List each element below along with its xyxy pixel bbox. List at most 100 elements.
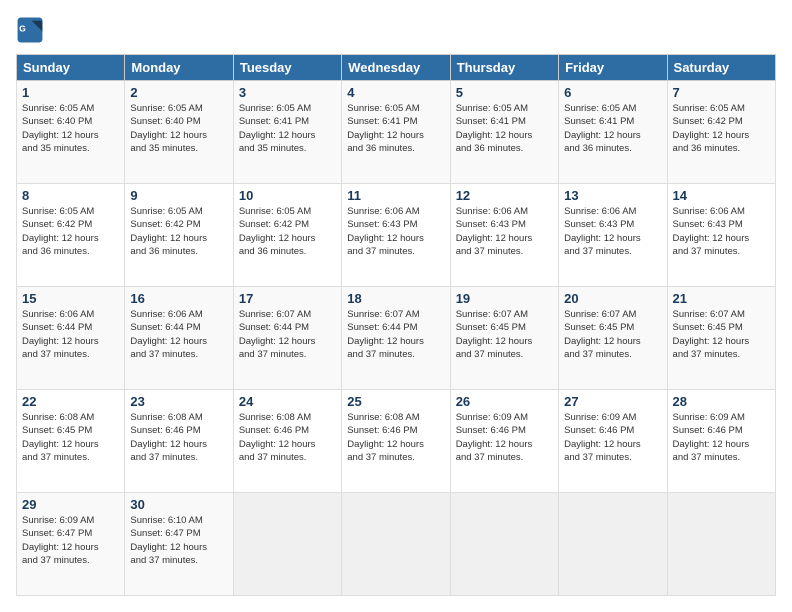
calendar-cell: 9 Sunrise: 6:05 AM Sunset: 6:42 PM Daylig… <box>125 184 233 287</box>
day-info: Sunrise: 6:05 AM Sunset: 6:42 PM Dayligh… <box>22 205 119 258</box>
day-info: Sunrise: 6:07 AM Sunset: 6:45 PM Dayligh… <box>456 308 553 361</box>
day-number: 17 <box>239 291 336 306</box>
calendar-cell: 14Sunrise: 6:06 AM Sunset: 6:43 PM Dayli… <box>667 184 775 287</box>
calendar-cell: 27 Sunrise: 6:09 AM Sunset: 6:46 PM Dayli… <box>559 390 667 493</box>
day-info: Sunrise: 6:05 AM Sunset: 6:41 PM Dayligh… <box>239 102 336 155</box>
calendar-week-row: 15Sunrise: 6:06 AM Sunset: 6:44 PM Dayli… <box>17 287 776 390</box>
calendar-cell: 8 Sunrise: 6:05 AM Sunset: 6:42 PM Daylig… <box>17 184 125 287</box>
day-number: 8 <box>22 188 119 203</box>
calendar-cell: 25Sunrise: 6:08 AM Sunset: 6:46 PM Dayli… <box>342 390 450 493</box>
day-info: Sunrise: 6:07 AM Sunset: 6:45 PM Dayligh… <box>673 308 770 361</box>
calendar-cell: 20 Sunrise: 6:07 AM Sunset: 6:45 PM Dayli… <box>559 287 667 390</box>
calendar-cell: 13 Sunrise: 6:06 AM Sunset: 6:43 PM Dayli… <box>559 184 667 287</box>
day-info: Sunrise: 6:05 AM Sunset: 6:41 PM Dayligh… <box>347 102 444 155</box>
calendar-cell: 3 Sunrise: 6:05 AM Sunset: 6:41 PM Daylig… <box>233 81 341 184</box>
calendar-header-friday: Friday <box>559 55 667 81</box>
calendar-cell: 26Sunrise: 6:09 AM Sunset: 6:46 PM Dayli… <box>450 390 558 493</box>
day-info: Sunrise: 6:05 AM Sunset: 6:42 PM Dayligh… <box>673 102 770 155</box>
calendar-cell: 23 Sunrise: 6:08 AM Sunset: 6:46 PM Dayli… <box>125 390 233 493</box>
day-number: 29 <box>22 497 119 512</box>
day-info: Sunrise: 6:08 AM Sunset: 6:46 PM Dayligh… <box>130 411 227 464</box>
calendar-header-sunday: Sunday <box>17 55 125 81</box>
calendar-cell: 5 Sunrise: 6:05 AM Sunset: 6:41 PM Daylig… <box>450 81 558 184</box>
day-number: 9 <box>130 188 227 203</box>
day-number: 1 <box>22 85 119 100</box>
day-number: 12 <box>456 188 553 203</box>
day-info: Sunrise: 6:05 AM Sunset: 6:41 PM Dayligh… <box>564 102 661 155</box>
header: G <box>16 16 776 44</box>
calendar-header-tuesday: Tuesday <box>233 55 341 81</box>
calendar-cell: 10 Sunrise: 6:05 AM Sunset: 6:42 PM Dayli… <box>233 184 341 287</box>
day-info: Sunrise: 6:09 AM Sunset: 6:47 PM Dayligh… <box>22 514 119 567</box>
day-number: 28 <box>673 394 770 409</box>
day-info: Sunrise: 6:08 AM Sunset: 6:46 PM Dayligh… <box>239 411 336 464</box>
calendar-cell: 7 Sunrise: 6:05 AM Sunset: 6:42 PM Daylig… <box>667 81 775 184</box>
day-number: 2 <box>130 85 227 100</box>
day-number: 16 <box>130 291 227 306</box>
day-number: 20 <box>564 291 661 306</box>
page: G SundayMondayTuesdayWednesdayThursdayFr… <box>0 0 792 612</box>
day-info: Sunrise: 6:09 AM Sunset: 6:46 PM Dayligh… <box>564 411 661 464</box>
calendar-cell: 6 Sunrise: 6:05 AM Sunset: 6:41 PM Daylig… <box>559 81 667 184</box>
calendar-week-row: 8 Sunrise: 6:05 AM Sunset: 6:42 PM Daylig… <box>17 184 776 287</box>
day-info: Sunrise: 6:06 AM Sunset: 6:44 PM Dayligh… <box>22 308 119 361</box>
calendar-cell <box>667 493 775 596</box>
calendar-cell: 16 Sunrise: 6:06 AM Sunset: 6:44 PM Dayli… <box>125 287 233 390</box>
day-number: 21 <box>673 291 770 306</box>
day-number: 3 <box>239 85 336 100</box>
day-info: Sunrise: 6:09 AM Sunset: 6:46 PM Dayligh… <box>673 411 770 464</box>
day-number: 23 <box>130 394 227 409</box>
day-number: 4 <box>347 85 444 100</box>
day-number: 10 <box>239 188 336 203</box>
calendar-cell: 1Sunrise: 6:05 AM Sunset: 6:40 PM Daylig… <box>17 81 125 184</box>
calendar-cell: 11Sunrise: 6:06 AM Sunset: 6:43 PM Dayli… <box>342 184 450 287</box>
calendar-header-monday: Monday <box>125 55 233 81</box>
general-blue-logo-icon: G <box>16 16 44 44</box>
day-info: Sunrise: 6:06 AM Sunset: 6:43 PM Dayligh… <box>456 205 553 258</box>
calendar-cell: 22 Sunrise: 6:08 AM Sunset: 6:45 PM Dayli… <box>17 390 125 493</box>
day-info: Sunrise: 6:05 AM Sunset: 6:42 PM Dayligh… <box>130 205 227 258</box>
day-number: 24 <box>239 394 336 409</box>
day-number: 22 <box>22 394 119 409</box>
calendar-cell <box>233 493 341 596</box>
day-info: Sunrise: 6:06 AM Sunset: 6:43 PM Dayligh… <box>673 205 770 258</box>
calendar-week-row: 29 Sunrise: 6:09 AM Sunset: 6:47 PM Dayli… <box>17 493 776 596</box>
calendar-cell: 28 Sunrise: 6:09 AM Sunset: 6:46 PM Dayli… <box>667 390 775 493</box>
day-number: 7 <box>673 85 770 100</box>
day-number: 26 <box>456 394 553 409</box>
day-number: 11 <box>347 188 444 203</box>
day-info: Sunrise: 6:07 AM Sunset: 6:44 PM Dayligh… <box>347 308 444 361</box>
calendar-week-row: 22 Sunrise: 6:08 AM Sunset: 6:45 PM Dayli… <box>17 390 776 493</box>
calendar-header-row: SundayMondayTuesdayWednesdayThursdayFrid… <box>17 55 776 81</box>
calendar-cell: 17 Sunrise: 6:07 AM Sunset: 6:44 PM Dayli… <box>233 287 341 390</box>
day-number: 5 <box>456 85 553 100</box>
day-info: Sunrise: 6:06 AM Sunset: 6:44 PM Dayligh… <box>130 308 227 361</box>
day-number: 13 <box>564 188 661 203</box>
calendar-cell: 4 Sunrise: 6:05 AM Sunset: 6:41 PM Daylig… <box>342 81 450 184</box>
day-info: Sunrise: 6:10 AM Sunset: 6:47 PM Dayligh… <box>130 514 227 567</box>
svg-text:G: G <box>19 24 26 34</box>
day-number: 6 <box>564 85 661 100</box>
calendar-header-wednesday: Wednesday <box>342 55 450 81</box>
day-number: 18 <box>347 291 444 306</box>
day-info: Sunrise: 6:07 AM Sunset: 6:45 PM Dayligh… <box>564 308 661 361</box>
calendar-cell: 2 Sunrise: 6:05 AM Sunset: 6:40 PM Daylig… <box>125 81 233 184</box>
calendar-cell: 21 Sunrise: 6:07 AM Sunset: 6:45 PM Dayli… <box>667 287 775 390</box>
calendar-header-saturday: Saturday <box>667 55 775 81</box>
day-info: Sunrise: 6:05 AM Sunset: 6:41 PM Dayligh… <box>456 102 553 155</box>
calendar-cell <box>450 493 558 596</box>
calendar-cell: 12 Sunrise: 6:06 AM Sunset: 6:43 PM Dayli… <box>450 184 558 287</box>
calendar-week-row: 1 Sunrise: 6:05 AM Sunset: 6:40 PM Daylig… <box>17 81 776 184</box>
calendar-table: SundayMondayTuesdayWednesdayThursdayFrid… <box>16 54 776 596</box>
day-number: 19 <box>456 291 553 306</box>
day-info: Sunrise: 6:08 AM Sunset: 6:46 PM Dayligh… <box>347 411 444 464</box>
calendar-cell: 18 Sunrise: 6:07 AM Sunset: 6:44 PM Dayli… <box>342 287 450 390</box>
day-info: Sunrise: 6:05 AM Sunset: 6:42 PM Dayligh… <box>239 205 336 258</box>
day-info: Sunrise: 6:07 AM Sunset: 6:44 PM Dayligh… <box>239 308 336 361</box>
logo: G <box>16 16 48 44</box>
calendar-cell: 29 Sunrise: 6:09 AM Sunset: 6:47 PM Dayli… <box>17 493 125 596</box>
day-info: Sunrise: 6:08 AM Sunset: 6:45 PM Dayligh… <box>22 411 119 464</box>
day-info: Sunrise: 6:05 AM Sunset: 6:40 PM Dayligh… <box>130 102 227 155</box>
day-info: Sunrise: 6:06 AM Sunset: 6:43 PM Dayligh… <box>564 205 661 258</box>
day-number: 27 <box>564 394 661 409</box>
